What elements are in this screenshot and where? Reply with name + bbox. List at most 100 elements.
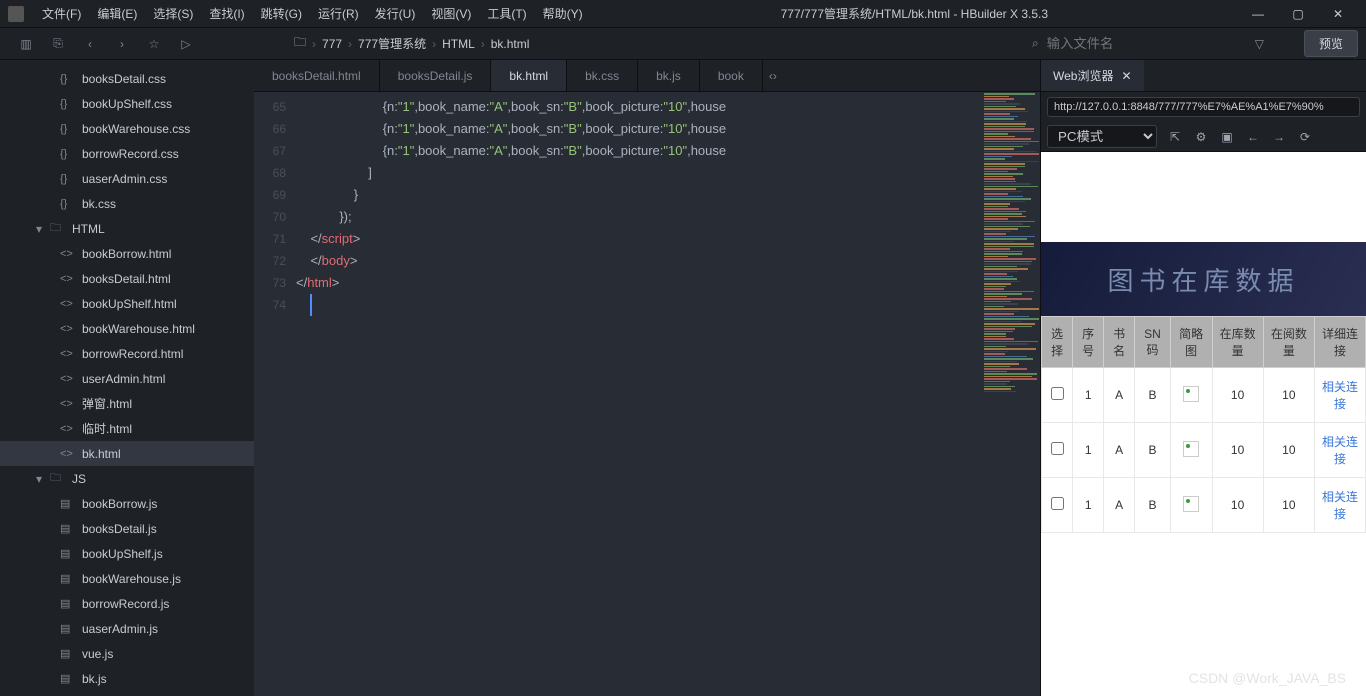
- nav-forward-icon[interactable]: →: [1271, 130, 1287, 144]
- file-item[interactable]: ▤bookBorrow.js: [0, 491, 254, 516]
- refresh-icon[interactable]: ⟳: [1297, 130, 1313, 144]
- editor-tab[interactable]: booksDetail.js: [380, 60, 492, 91]
- menu-item[interactable]: 帮助(Y): [535, 5, 591, 22]
- cell-n: 1: [1073, 423, 1104, 478]
- row-checkbox[interactable]: [1051, 387, 1064, 400]
- file-item[interactable]: {}booksDetail.css: [0, 66, 254, 91]
- detail-link[interactable]: 相关连接: [1322, 490, 1358, 521]
- item-label: borrowRecord.css: [82, 147, 179, 161]
- window-title: 777/777管理系统/HTML/bk.html - HBuilder X 3.…: [591, 5, 1238, 22]
- file-item[interactable]: ▤bookUpShelf.js: [0, 541, 254, 566]
- menu-item[interactable]: 运行(R): [310, 5, 367, 22]
- open-external-icon[interactable]: ⇱: [1167, 130, 1183, 144]
- back-icon[interactable]: ‹: [82, 36, 98, 52]
- broken-image-icon: [1183, 386, 1199, 402]
- breadcrumb-segment[interactable]: 777管理系统: [358, 35, 426, 52]
- folder-item[interactable]: ▾🗀JS: [0, 466, 254, 491]
- item-label: bookUpShelf.css: [82, 97, 172, 111]
- sidebar-toggle-icon[interactable]: ▥: [18, 36, 34, 52]
- file-item[interactable]: ▤bk.js: [0, 666, 254, 691]
- file-icon: <>: [60, 298, 76, 310]
- table-header: 详细连接: [1314, 317, 1365, 368]
- menu-item[interactable]: 工具(T): [479, 5, 534, 22]
- settings-icon[interactable]: ⚙: [1193, 130, 1209, 144]
- search-icon[interactable]: ⌕: [1032, 36, 1039, 51]
- file-icon: <>: [60, 398, 76, 410]
- broken-image-icon: [1183, 496, 1199, 512]
- breadcrumb-segment[interactable]: HTML: [442, 37, 475, 51]
- file-item[interactable]: {}bk.css: [0, 191, 254, 216]
- screenshot-icon[interactable]: ▣: [1219, 130, 1235, 144]
- file-item[interactable]: <>bookUpShelf.html: [0, 291, 254, 316]
- item-label: bookBorrow.html: [82, 247, 171, 261]
- breadcrumb: 🗀› 777› 777管理系统› HTML› bk.html: [294, 33, 529, 54]
- editor-tab[interactable]: bk.css: [567, 60, 638, 91]
- close-icon[interactable]: ✕: [1121, 69, 1131, 83]
- cell-name: A: [1104, 478, 1135, 533]
- file-item[interactable]: {}uaserAdmin.css: [0, 166, 254, 191]
- editor-tab[interactable]: book: [700, 60, 763, 91]
- file-item[interactable]: <>临时.html: [0, 416, 254, 441]
- item-label: bookWarehouse.js: [82, 572, 181, 586]
- code-editor[interactable]: {n:"1",book_name:"A",book_sn:"B",book_pi…: [296, 92, 980, 696]
- row-checkbox[interactable]: [1051, 442, 1064, 455]
- menu-item[interactable]: 查找(I): [201, 5, 252, 22]
- file-item[interactable]: <>bk.html: [0, 441, 254, 466]
- save-icon[interactable]: ⎘: [50, 36, 66, 52]
- file-icon: {}: [60, 123, 76, 135]
- maximize-button[interactable]: ▢: [1278, 7, 1318, 21]
- chevron-right-icon[interactable]: ›: [773, 69, 777, 83]
- star-icon[interactable]: ☆: [146, 36, 162, 52]
- file-item[interactable]: ▤ bookWarehouse.js: [0, 566, 254, 591]
- file-item[interactable]: <>borrowRecord.html: [0, 341, 254, 366]
- file-item[interactable]: <>弹窗.html: [0, 391, 254, 416]
- item-label: uaserAdmin.css: [82, 172, 167, 186]
- file-item[interactable]: ▤booksDetail.js: [0, 516, 254, 541]
- cell-sn: B: [1135, 478, 1171, 533]
- editor-tab[interactable]: booksDetail.html: [254, 60, 380, 91]
- file-item[interactable]: {}bookUpShelf.css: [0, 91, 254, 116]
- file-item[interactable]: <>bookWarehouse.html: [0, 316, 254, 341]
- run-icon[interactable]: ▷: [178, 36, 194, 52]
- file-item[interactable]: ▤borrowRecord.js: [0, 591, 254, 616]
- file-item[interactable]: <>booksDetail.html: [0, 266, 254, 291]
- nav-back-icon[interactable]: ←: [1245, 130, 1261, 144]
- file-explorer[interactable]: {}booksDetail.css{}bookUpShelf.css{}book…: [0, 60, 254, 696]
- breadcrumb-segment[interactable]: bk.html: [491, 37, 530, 51]
- minimize-button[interactable]: —: [1238, 7, 1278, 21]
- menu-item[interactable]: 编辑(E): [89, 5, 145, 22]
- menu-item[interactable]: 跳转(G): [253, 5, 310, 22]
- file-icon: ▤: [60, 572, 76, 585]
- file-item[interactable]: <>bookBorrow.html: [0, 241, 254, 266]
- editor-tab[interactable]: bk.js: [638, 60, 700, 91]
- folder-item[interactable]: ▾🗀HTML: [0, 216, 254, 241]
- file-item[interactable]: <>userAdmin.html: [0, 366, 254, 391]
- preview-viewport[interactable]: 图书在库数据 选择序号书名SN码简略图在库数量在阅数量详细连接 1AB1010相…: [1041, 152, 1366, 696]
- file-item[interactable]: ▤uaserAdmin.js: [0, 616, 254, 641]
- file-item[interactable]: {}bookWarehouse.css: [0, 116, 254, 141]
- detail-link[interactable]: 相关连接: [1322, 435, 1358, 466]
- menu-item[interactable]: 文件(F): [34, 5, 89, 22]
- cell-n: 1: [1073, 368, 1104, 423]
- file-item[interactable]: ▤vue.js: [0, 641, 254, 666]
- minimap[interactable]: [980, 92, 1040, 696]
- file-icon: {}: [60, 198, 76, 210]
- file-item[interactable]: {}borrowRecord.css: [0, 141, 254, 166]
- editor-tab[interactable]: bk.html: [491, 60, 567, 91]
- breadcrumb-segment[interactable]: 777: [322, 37, 342, 51]
- detail-link[interactable]: 相关连接: [1322, 380, 1358, 411]
- preview-mode-select[interactable]: PC模式: [1047, 125, 1157, 148]
- cell-reading: 10: [1263, 368, 1314, 423]
- preview-button[interactable]: 预览: [1304, 30, 1358, 57]
- tab-label: bk.html: [509, 69, 548, 83]
- file-search-input[interactable]: [1047, 36, 1247, 51]
- preview-tab[interactable]: Web浏览器 ✕: [1041, 60, 1144, 91]
- menu-item[interactable]: 视图(V): [423, 5, 479, 22]
- forward-icon[interactable]: ›: [114, 36, 130, 52]
- close-button[interactable]: ✕: [1318, 7, 1358, 21]
- row-checkbox[interactable]: [1051, 497, 1064, 510]
- menu-item[interactable]: 发行(U): [367, 5, 424, 22]
- menu-item[interactable]: 选择(S): [145, 5, 201, 22]
- filter-icon[interactable]: ▽: [1255, 37, 1264, 51]
- url-input[interactable]: [1047, 97, 1360, 117]
